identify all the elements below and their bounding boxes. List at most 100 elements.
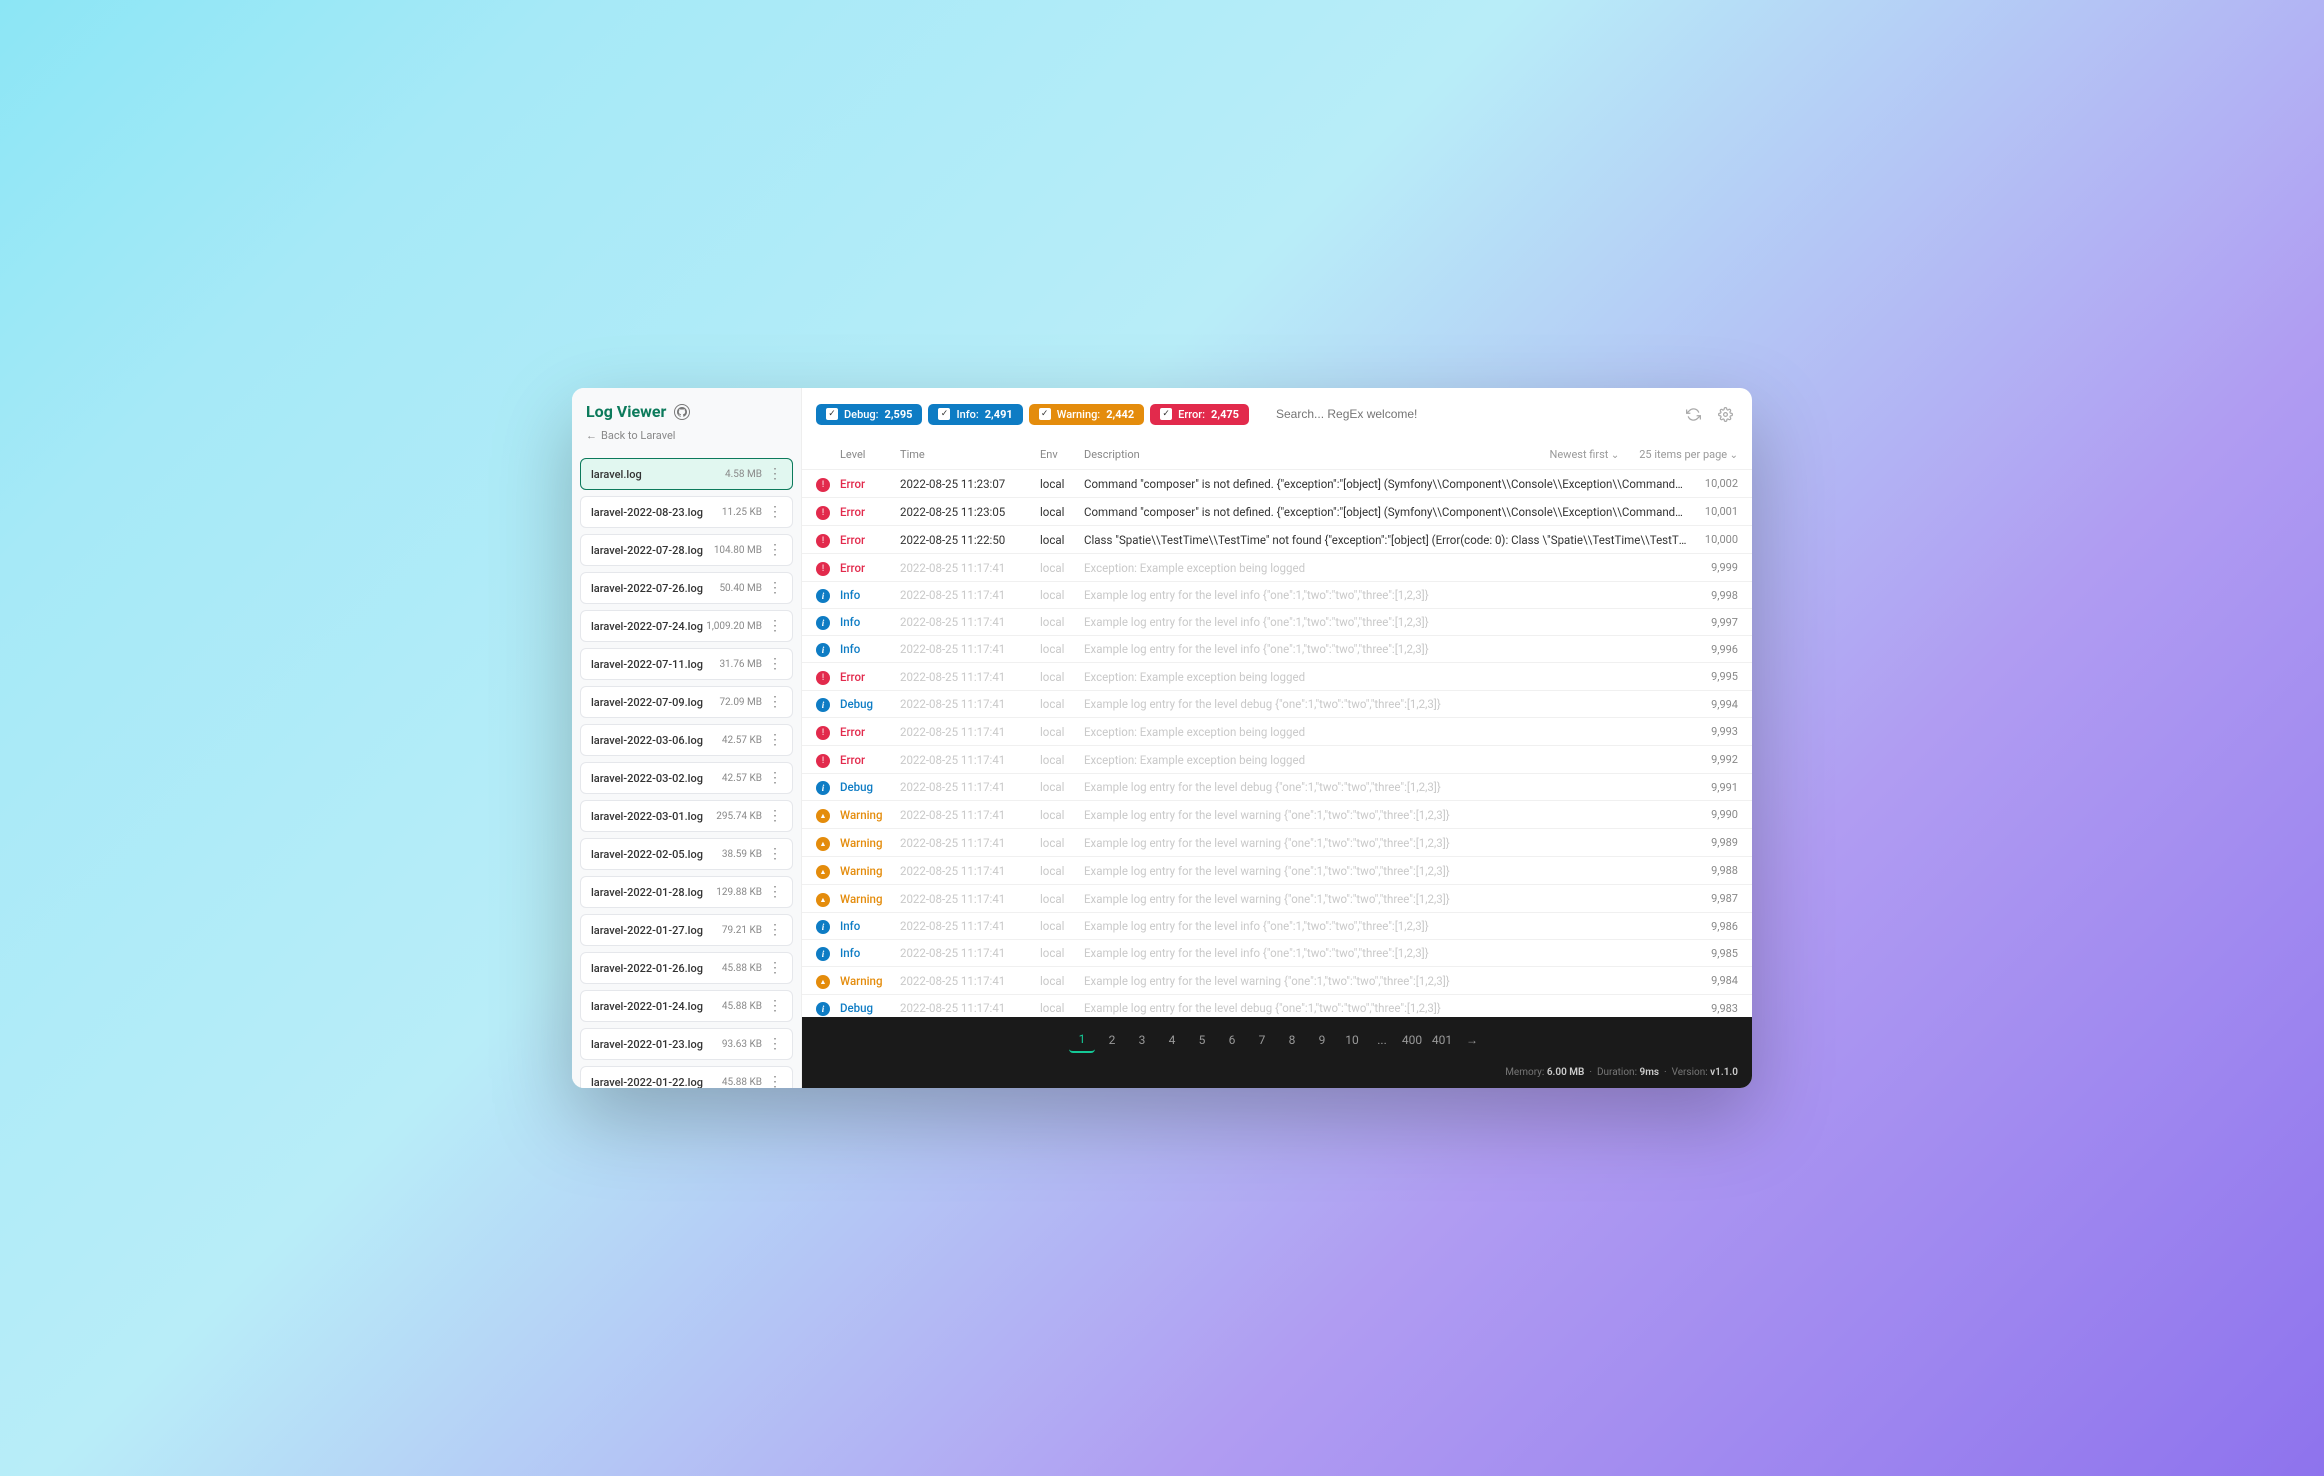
footer-mem-value: 6.00 MB [1547, 1067, 1585, 1078]
log-row[interactable]: Error2022-08-25 11:17:41localException: … [802, 553, 1752, 581]
log-row[interactable]: Debug2022-08-25 11:17:41localExample log… [802, 994, 1752, 1017]
app-title-text: Log Viewer [586, 402, 666, 421]
refresh-icon[interactable] [1680, 401, 1706, 427]
file-item[interactable]: laravel-2022-01-26.log45.88 KB⋮ [580, 952, 793, 984]
per-page-select[interactable]: 25 items per page [1639, 448, 1738, 461]
file-item[interactable]: laravel-2022-01-28.log129.88 KB⋮ [580, 876, 793, 908]
filter-error[interactable]: Error: 2,475 [1150, 404, 1249, 425]
log-row[interactable]: Warning2022-08-25 11:17:41localExample l… [802, 966, 1752, 994]
footer-dur-label: Duration: [1597, 1067, 1637, 1078]
log-row[interactable]: Error2022-08-25 11:23:07localCommand "co… [802, 469, 1752, 497]
file-item[interactable]: laravel-2022-01-23.log93.63 KB⋮ [580, 1028, 793, 1060]
page-10[interactable]: 10 [1339, 1027, 1365, 1053]
status-footer: Memory: 6.00 MB · Duration: 9ms · Versio… [802, 1063, 1752, 1088]
log-description: Class "Spatie\\TestTime\\TestTime" not f… [1084, 533, 1688, 547]
log-row[interactable]: Info2022-08-25 11:17:41localExample log … [802, 912, 1752, 939]
ellipsis-icon[interactable]: ⋮ [768, 923, 782, 937]
page-3[interactable]: 3 [1129, 1027, 1155, 1053]
back-to-laravel-link[interactable]: ← Back to Laravel [586, 429, 787, 442]
file-item[interactable]: laravel-2022-07-24.log1,009.20 MB⋮ [580, 610, 793, 642]
log-row[interactable]: Error2022-08-25 11:17:41localException: … [802, 717, 1752, 745]
ellipsis-icon[interactable]: ⋮ [768, 581, 782, 595]
log-env: local [1040, 836, 1084, 850]
ellipsis-icon[interactable]: ⋮ [768, 619, 782, 633]
ellipsis-icon[interactable]: ⋮ [768, 543, 782, 557]
page-4[interactable]: 4 [1159, 1027, 1185, 1053]
info-icon [816, 589, 830, 603]
log-row[interactable]: Debug2022-08-25 11:17:41localExample log… [802, 773, 1752, 800]
ellipsis-icon[interactable]: ⋮ [768, 505, 782, 519]
ellipsis-icon[interactable]: ⋮ [768, 657, 782, 671]
file-size: 42.57 KB [722, 773, 762, 784]
ellipsis-icon[interactable]: ⋮ [768, 1037, 782, 1051]
file-item[interactable]: laravel.log4.58 MB⋮ [580, 458, 793, 490]
log-row[interactable]: Info2022-08-25 11:17:41localExample log … [802, 635, 1752, 662]
toolbar: Debug: 2,595 Info: 2,491 Warning: 2,442 … [802, 388, 1752, 440]
log-env: local [1040, 615, 1084, 629]
file-item[interactable]: laravel-2022-07-28.log104.80 MB⋮ [580, 534, 793, 566]
page-7[interactable]: 7 [1249, 1027, 1275, 1053]
page-next[interactable]: → [1459, 1027, 1485, 1053]
ellipsis-icon[interactable]: ⋮ [768, 467, 782, 481]
page-6[interactable]: 6 [1219, 1027, 1245, 1053]
file-item[interactable]: laravel-2022-01-22.log45.88 KB⋮ [580, 1066, 793, 1088]
sort-order-select[interactable]: Newest first [1550, 448, 1620, 461]
ellipsis-icon[interactable]: ⋮ [768, 961, 782, 975]
file-item[interactable]: laravel-2022-08-23.log11.25 KB⋮ [580, 496, 793, 528]
page-2[interactable]: 2 [1099, 1027, 1125, 1053]
ellipsis-icon[interactable]: ⋮ [768, 1075, 782, 1088]
filter-info[interactable]: Info: 2,491 [928, 404, 1022, 425]
page-5[interactable]: 5 [1189, 1027, 1215, 1053]
file-name: laravel-2022-03-06.log [591, 734, 722, 747]
file-size: 11.25 KB [722, 507, 762, 518]
filter-debug[interactable]: Debug: 2,595 [816, 404, 922, 425]
page-8[interactable]: 8 [1279, 1027, 1305, 1053]
ellipsis-icon[interactable]: ⋮ [768, 809, 782, 823]
file-item[interactable]: laravel-2022-01-27.log79.21 KB⋮ [580, 914, 793, 946]
log-row[interactable]: Warning2022-08-25 11:17:41localExample l… [802, 800, 1752, 828]
file-item[interactable]: laravel-2022-07-11.log31.76 MB⋮ [580, 648, 793, 680]
ellipsis-icon[interactable]: ⋮ [768, 847, 782, 861]
file-item[interactable]: laravel-2022-03-06.log42.57 KB ⋮ [580, 724, 793, 756]
log-row[interactable]: Error2022-08-25 11:17:41localException: … [802, 662, 1752, 690]
log-row[interactable]: Error2022-08-25 11:23:05localCommand "co… [802, 497, 1752, 525]
log-row[interactable]: Warning2022-08-25 11:17:41localExample l… [802, 856, 1752, 884]
log-row[interactable]: Info2022-08-25 11:17:41localExample log … [802, 608, 1752, 635]
file-item[interactable]: laravel-2022-01-24.log45.88 KB⋮ [580, 990, 793, 1022]
page-1[interactable]: 1 [1069, 1027, 1095, 1053]
file-name: laravel-2022-07-26.log [591, 582, 719, 595]
file-item[interactable]: laravel-2022-03-02.log42.57 KB⋮ [580, 762, 793, 794]
log-row[interactable]: Warning2022-08-25 11:17:41localExample l… [802, 884, 1752, 912]
ellipsis-icon[interactable]: ⋮ [768, 999, 782, 1013]
debug-icon [816, 781, 830, 795]
file-size: 45.88 KB [722, 1077, 762, 1088]
log-row[interactable]: Debug2022-08-25 11:17:41localExample log… [802, 690, 1752, 717]
sidebar-header: Log Viewer ← Back to Laravel [572, 388, 801, 448]
log-index: 9,995 [1688, 670, 1738, 683]
page-9[interactable]: 9 [1309, 1027, 1335, 1053]
log-level: Warning [840, 808, 900, 822]
page-401[interactable]: 401 [1429, 1027, 1455, 1053]
ellipsis-icon[interactable]: ⋮ [768, 771, 782, 785]
search-input[interactable] [1265, 400, 1674, 428]
log-row[interactable]: Info2022-08-25 11:17:41localExample log … [802, 939, 1752, 966]
log-row[interactable]: Error2022-08-25 11:22:50localClass "Spat… [802, 525, 1752, 553]
github-icon[interactable] [674, 404, 690, 420]
file-size: 42.57 KB [722, 735, 762, 746]
page-400[interactable]: 400 [1399, 1027, 1425, 1053]
gear-icon[interactable] [1712, 401, 1738, 427]
log-env: local [1040, 561, 1084, 575]
ellipsis-icon[interactable]: ⋮ [768, 695, 782, 709]
log-row[interactable]: Error2022-08-25 11:17:41localException: … [802, 745, 1752, 773]
info-icon [816, 947, 830, 961]
log-row[interactable]: Info2022-08-25 11:17:41localExample log … [802, 581, 1752, 608]
file-item[interactable]: laravel-2022-07-26.log50.40 MB⋮ [580, 572, 793, 604]
file-item[interactable]: laravel-2022-07-09.log72.09 MB⋮ [580, 686, 793, 718]
ellipsis-icon[interactable]: ⋮ [768, 885, 782, 899]
filter-warning[interactable]: Warning: 2,442 [1029, 404, 1144, 425]
log-row[interactable]: Warning2022-08-25 11:17:41localExample l… [802, 828, 1752, 856]
file-item[interactable]: laravel-2022-03-01.log295.74 KB⋮ [580, 800, 793, 832]
ellipsis-icon[interactable]: ⋮ [768, 733, 782, 747]
log-description: Example log entry for the level info {"o… [1084, 946, 1688, 960]
file-item[interactable]: laravel-2022-02-05.log38.59 KB⋮ [580, 838, 793, 870]
